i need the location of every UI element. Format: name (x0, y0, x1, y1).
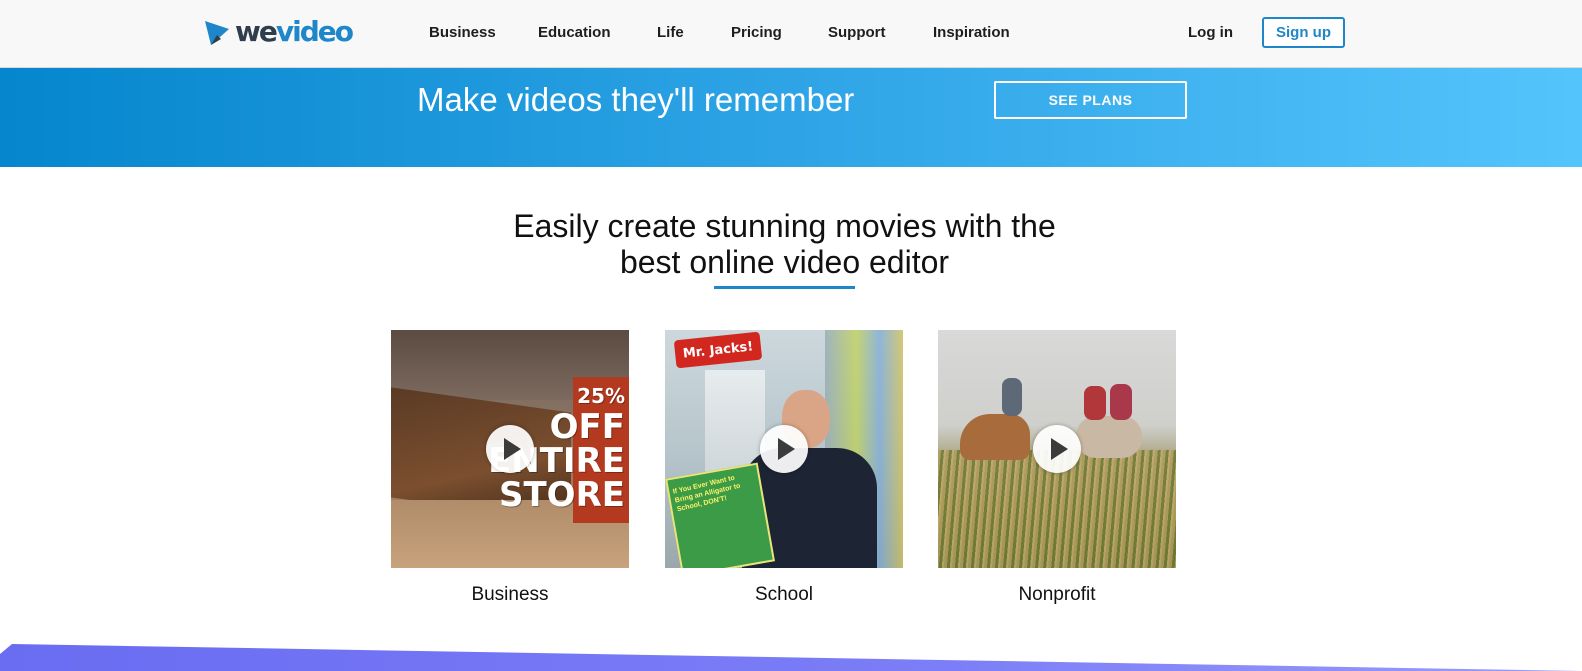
headline-line-2: best online video editor (619, 244, 950, 280)
login-link[interactable]: Log in (1188, 24, 1233, 41)
promo-banner: Make videos they'll remember SEE PLANS (0, 68, 1582, 167)
thumb-rider (1110, 384, 1132, 420)
video-thumbnail-business[interactable]: 25% OFF ENTIRE STORE (391, 330, 629, 568)
video-thumbnail-nonprofit[interactable] (938, 330, 1176, 568)
signup-button[interactable]: Sign up (1262, 17, 1345, 48)
video-card-school[interactable]: If You Ever Want to Bring an Alligator t… (665, 330, 903, 605)
sale-text-store: STORE (499, 475, 625, 515)
sale-text-off: OFF (549, 407, 625, 447)
wevideo-logo[interactable]: wevideo (203, 14, 354, 50)
banner-title: Make videos they'll remember (417, 81, 855, 118)
card-label-business: Business (471, 584, 549, 605)
wevideo-logo-text: wevideo (235, 15, 354, 48)
thumb-rider (1002, 378, 1022, 416)
nav-item-inspiration[interactable]: Inspiration (933, 24, 1010, 41)
nav-item-support[interactable]: Support (828, 24, 886, 41)
card-label-school: School (754, 584, 814, 605)
bottom-wave-decoration (0, 644, 1582, 671)
card-label-nonprofit: Nonprofit (1018, 584, 1096, 605)
thumb-book: If You Ever Want to Bring an Alligator t… (665, 462, 775, 568)
page-headline: Easily create stunning movies with the b… (391, 208, 1178, 280)
play-icon[interactable] (486, 425, 534, 473)
nav-item-education[interactable]: Education (538, 24, 611, 41)
see-plans-button[interactable]: SEE PLANS (994, 81, 1187, 119)
thumb-horse (1076, 416, 1142, 458)
sale-text-percent: 25% (577, 384, 625, 408)
speech-burst: Mr. Jacks! (673, 331, 763, 369)
top-navigation-bar: wevideo Business Education Life Pricing … (0, 0, 1582, 68)
video-card-business[interactable]: 25% OFF ENTIRE STORE Business (391, 330, 629, 605)
play-icon[interactable] (1033, 425, 1081, 473)
thumb-rider (1084, 386, 1106, 420)
video-thumbnail-school[interactable]: If You Ever Want to Bring an Alligator t… (665, 330, 903, 568)
wevideo-logo-icon (205, 21, 229, 45)
play-icon[interactable] (760, 425, 808, 473)
nav-item-business[interactable]: Business (429, 24, 496, 41)
video-card-nonprofit[interactable]: Nonprofit (938, 330, 1176, 605)
book-title: If You Ever Want to Bring an Alligator t… (672, 474, 742, 514)
headline-underline (714, 286, 855, 289)
nav-item-pricing[interactable]: Pricing (731, 24, 782, 41)
nav-item-life[interactable]: Life (657, 24, 684, 41)
headline-line-1: Easily create stunning movies with the (513, 208, 1056, 244)
thumb-horse (960, 414, 1030, 460)
